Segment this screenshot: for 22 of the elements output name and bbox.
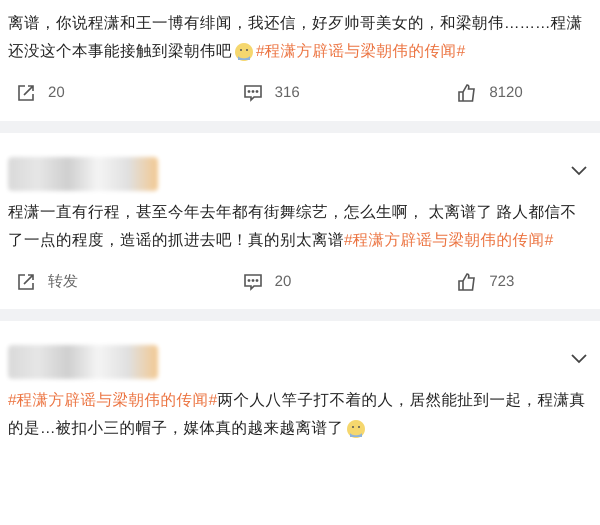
thumbs-up-icon[interactable] xyxy=(457,83,478,104)
share-icon[interactable] xyxy=(16,83,36,104)
like-count: 8120 xyxy=(489,83,523,103)
chevron-down-icon[interactable] xyxy=(570,353,588,365)
share-icon[interactable] xyxy=(16,272,36,292)
thumbs-up-icon[interactable] xyxy=(457,272,478,292)
like-count: 723 xyxy=(489,272,514,292)
share-count: 转发 xyxy=(48,272,78,292)
chevron-down-icon[interactable] xyxy=(570,164,588,176)
hashtag-link[interactable]: #程潇方辟谣与梁朝伟的传闻# xyxy=(256,43,466,60)
emoji-icon xyxy=(346,418,366,439)
emoji-icon xyxy=(234,42,254,62)
comment-text: 离谱，你说程潇和王一博有绯闻，我还信，好歹帅哥美女的，和梁朝伟………程潇还没这个本事能接触到梁朝伟吧 #程潇方辟谣与梁朝伟的传闻# xyxy=(8,14,584,64)
hashtag-link[interactable]: #程潇方辟谣与梁朝伟的传闻# xyxy=(8,392,218,409)
comment-text: #程潇方辟谣与梁朝伟的传闻#两个人八竿子打不着的人，居然能扯到一起，程潇真的是…被扣小三的帽子，媒体真的越来越离谱了 xyxy=(8,390,586,441)
comment-icon[interactable] xyxy=(242,272,263,292)
comment-text: 程潇一直有行程，甚至今年去年都有街舞综艺，怎么生啊， 太离谱了 路人都信不了一点的程度，造谣的抓进去吧！真的别太离谱#程潇方辟谣与梁朝伟的传闻# xyxy=(8,202,578,250)
comment-count: 20 xyxy=(274,272,292,292)
comment-count: 316 xyxy=(274,83,300,103)
share-count: 20 xyxy=(48,83,65,103)
comment-icon[interactable] xyxy=(242,83,263,104)
hashtag-link[interactable]: #程潇方辟谣与梁朝伟的传闻# xyxy=(344,232,554,248)
